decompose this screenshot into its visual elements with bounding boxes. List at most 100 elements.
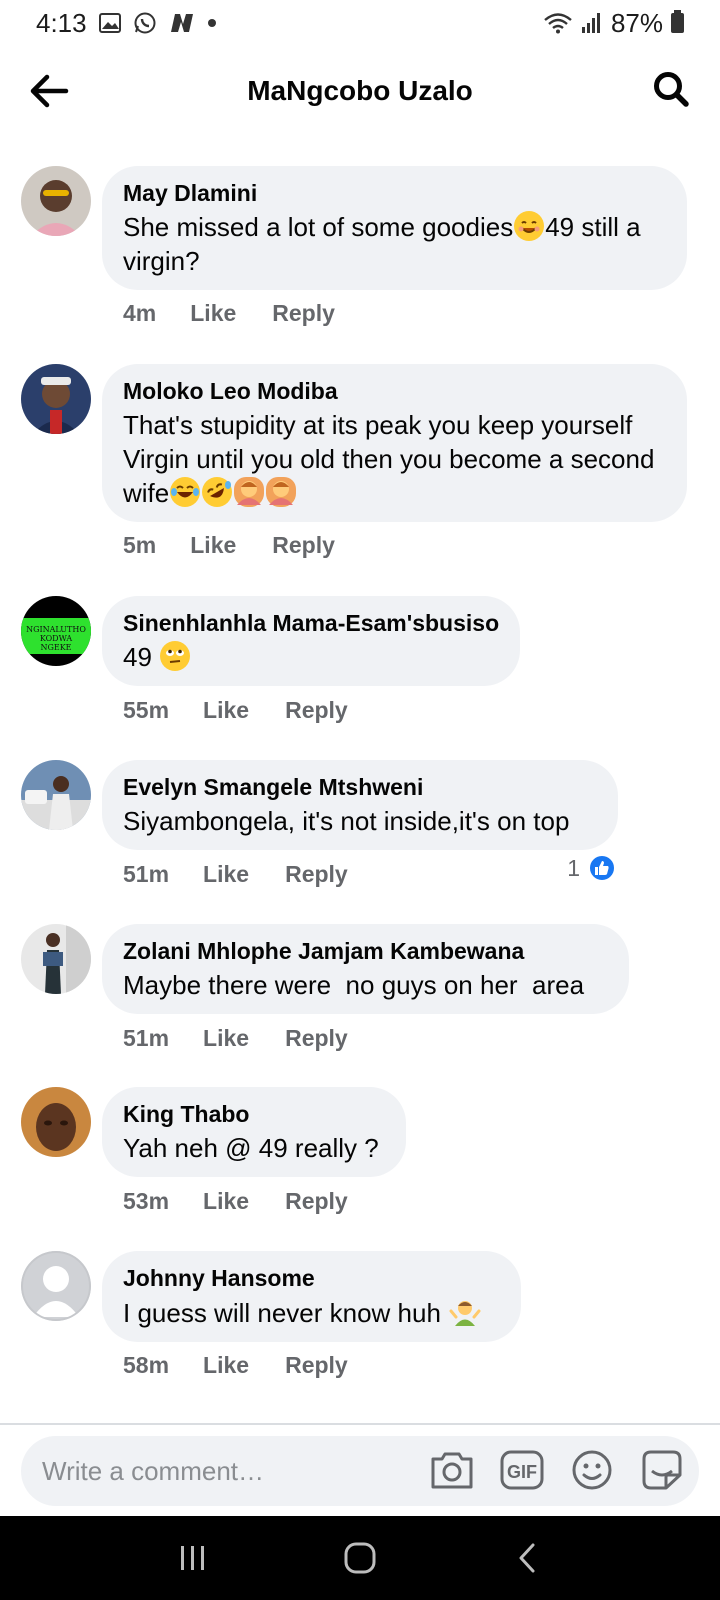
comment-text: Maybe there were no guys on her area xyxy=(123,970,585,1000)
comment-text: Siyambongela, it's not inside,it's on to… xyxy=(123,806,570,836)
reaction-count: 1 xyxy=(567,854,580,881)
back-button[interactable] xyxy=(26,68,72,114)
like-button[interactable]: Like xyxy=(203,697,249,724)
avatar[interactable] xyxy=(21,760,91,830)
comment-bubble: Moloko Leo Modiba That's stupidity at it… xyxy=(102,364,687,522)
status-time: 4:13 xyxy=(36,7,87,38)
person-shrugging-emoji-icon xyxy=(449,1295,481,1326)
like-button[interactable]: Like xyxy=(203,1352,249,1379)
comment-bubble: Johnny Hansome I guess will never know h… xyxy=(102,1251,521,1342)
reply-button[interactable]: Reply xyxy=(285,861,348,888)
gif-button[interactable]: GIF xyxy=(499,1447,545,1493)
back-arrow-icon xyxy=(30,74,69,108)
reply-button[interactable]: Reply xyxy=(272,532,335,559)
comment-actions: 4m Like Reply xyxy=(123,300,335,327)
comment-author[interactable]: Moloko Leo Modiba xyxy=(123,376,667,406)
comment-bubble: King Thabo Yah neh @ 49 really ? xyxy=(102,1087,406,1177)
status-bar: 4:13 87% xyxy=(0,0,720,46)
comment-actions: 51m Like Reply xyxy=(123,1025,348,1052)
comment-text-part: She missed a lot of some goodies xyxy=(123,212,514,242)
comment-author[interactable]: Sinenhlanhla Mama-Esam'sbusiso xyxy=(123,608,500,638)
recent-apps-icon xyxy=(181,1546,205,1570)
reply-button[interactable]: Reply xyxy=(272,300,335,327)
like-button[interactable]: Like xyxy=(190,532,236,559)
camera-button[interactable] xyxy=(429,1447,475,1493)
search-icon xyxy=(654,72,689,107)
sticker-icon xyxy=(642,1450,682,1490)
comment-bubble: May Dlamini She missed a lot of some goo… xyxy=(102,166,687,290)
header: MaNgcobo Uzalo xyxy=(0,46,720,136)
recent-apps-button[interactable] xyxy=(163,1528,223,1588)
notification-dot-icon xyxy=(207,18,217,28)
comment-text: I guess will never know huh xyxy=(123,1295,501,1330)
person-gesturing-emoji-icon xyxy=(234,477,265,507)
reply-button[interactable]: Reply xyxy=(285,1352,348,1379)
status-right: 87% xyxy=(543,8,684,39)
avatar-text-line: KODWA xyxy=(40,634,73,643)
reply-button[interactable]: Reply xyxy=(285,1188,348,1215)
camera-icon xyxy=(431,1452,473,1489)
comment-composer[interactable]: Write a comment… GIF xyxy=(21,1436,699,1506)
like-button[interactable]: Like xyxy=(203,1025,249,1052)
comment-time[interactable]: 58m xyxy=(123,1352,169,1379)
tears-of-joy-emoji-icon xyxy=(170,477,201,507)
system-back-button[interactable] xyxy=(497,1528,557,1588)
reply-button[interactable]: Reply xyxy=(285,697,348,724)
comment-time[interactable]: 51m xyxy=(123,861,169,888)
reaction-summary[interactable]: 1 xyxy=(567,854,616,882)
avatar[interactable] xyxy=(21,1251,91,1321)
gif-icon: GIF xyxy=(500,1450,544,1490)
avatar[interactable]: NGINALUTHO KODWA NGEKE xyxy=(21,596,91,666)
comment-time[interactable]: 53m xyxy=(123,1188,169,1215)
comment-time[interactable]: 55m xyxy=(123,697,169,724)
comment-input-placeholder[interactable]: Write a comment… xyxy=(42,1456,264,1487)
avatar-text-line: NGEKE xyxy=(40,643,71,652)
comment-time[interactable]: 4m xyxy=(123,300,156,327)
comment-time[interactable]: 5m xyxy=(123,532,156,559)
avatar[interactable] xyxy=(21,364,91,434)
comment-text: She missed a lot of some goodies 49 still… xyxy=(123,210,667,278)
like-button[interactable]: Like xyxy=(203,1188,249,1215)
comment-text-body: I guess will never know huh xyxy=(123,1298,441,1328)
composer-icons: GIF xyxy=(429,1447,685,1493)
rolling-laughing-emoji-icon xyxy=(202,477,233,507)
avatar[interactable] xyxy=(21,1087,91,1157)
sticker-button[interactable] xyxy=(639,1447,685,1493)
comment-text: 49 xyxy=(123,640,500,674)
avatar[interactable] xyxy=(21,924,91,994)
battery-percent: 87% xyxy=(610,7,663,38)
comment-bubble: Sinenhlanhla Mama-Esam'sbusiso 49 xyxy=(102,596,520,686)
comment-actions: 53m Like Reply xyxy=(123,1188,348,1215)
avatar-text-line: NGINALUTHO xyxy=(26,625,86,634)
home-icon xyxy=(344,1542,376,1574)
reply-button[interactable]: Reply xyxy=(285,1025,348,1052)
comment-actions: 55m Like Reply xyxy=(123,697,348,724)
emoji-button[interactable] xyxy=(569,1447,615,1493)
comment-author[interactable]: King Thabo xyxy=(123,1099,386,1129)
comment-text: That's stupidity at its peak you keep yo… xyxy=(123,408,667,510)
comment-text-body: 49 xyxy=(123,642,152,672)
eye-roll-emoji-icon xyxy=(160,641,191,671)
home-button[interactable] xyxy=(330,1528,390,1588)
comment-author[interactable]: Evelyn Smangele Mtshweni xyxy=(123,772,598,802)
comment-time[interactable]: 51m xyxy=(123,1025,169,1052)
comment-author[interactable]: Johnny Hansome xyxy=(123,1263,501,1293)
like-button[interactable]: Like xyxy=(190,300,236,327)
comment-actions: 58m Like Reply xyxy=(123,1352,348,1379)
comment-text: Yah neh @ 49 really ? xyxy=(123,1133,379,1163)
like-button[interactable]: Like xyxy=(203,861,249,888)
divider xyxy=(0,1423,720,1425)
comment-actions: 5m Like Reply xyxy=(123,532,335,559)
comment-bubble: Evelyn Smangele Mtshweni Siyambongela, i… xyxy=(102,760,618,850)
comment-actions: 51m Like Reply xyxy=(123,861,348,888)
search-button[interactable] xyxy=(648,66,694,112)
gallery-icon xyxy=(98,13,121,33)
status-left: 4:13 xyxy=(36,8,217,39)
news-app-icon xyxy=(169,12,195,34)
battery-icon xyxy=(671,10,684,33)
comment-author[interactable]: Zolani Mhlophe Jamjam Kambewana xyxy=(123,936,609,966)
signal-icon xyxy=(581,12,603,34)
comment-author[interactable]: May Dlamini xyxy=(123,178,667,208)
avatar[interactable] xyxy=(21,166,91,236)
thumbs-up-icon xyxy=(588,854,616,882)
